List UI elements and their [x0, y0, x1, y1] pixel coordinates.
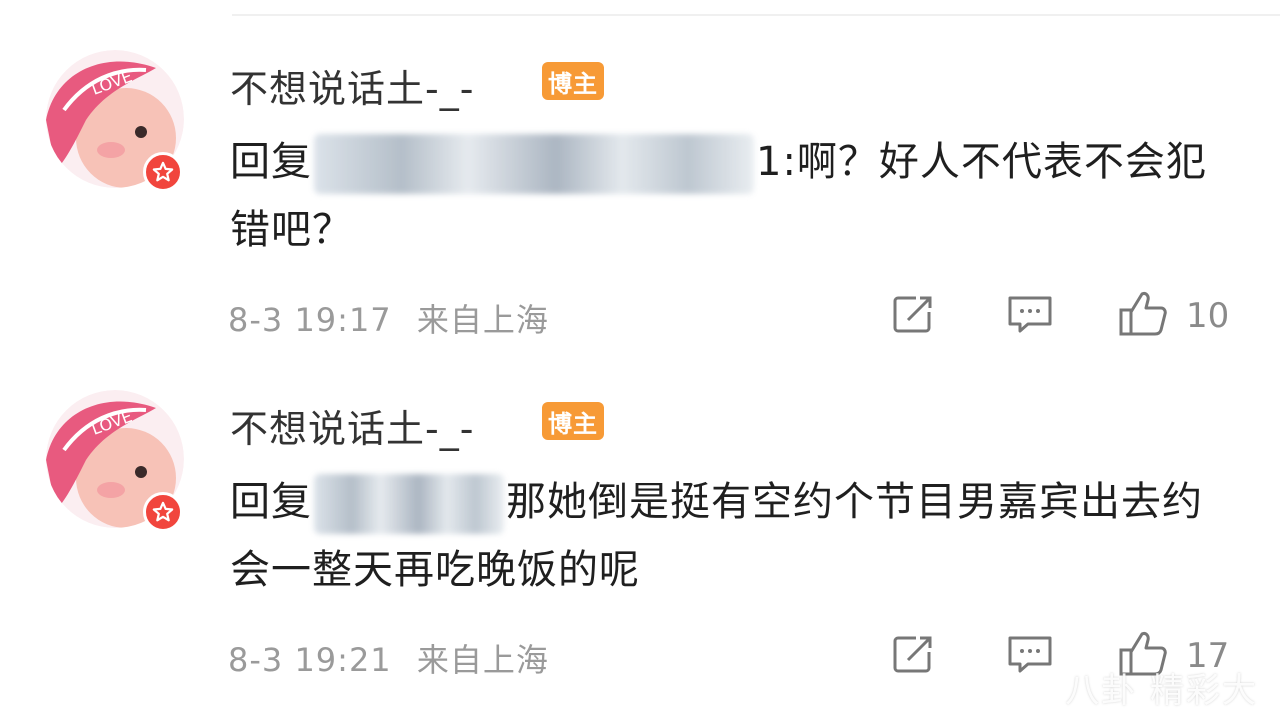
reply-prefix: 回复	[230, 139, 312, 185]
blogger-tag: 博主	[542, 62, 604, 100]
blurred-username	[314, 474, 504, 534]
repost-icon[interactable]	[892, 634, 936, 678]
username[interactable]: 不想说话土-_-	[230, 398, 474, 453]
comment-icon[interactable]	[1006, 634, 1054, 678]
username[interactable]: 不想说话土-_-	[230, 58, 474, 113]
comment-icon[interactable]	[1006, 294, 1054, 338]
blurred-username	[314, 134, 754, 194]
reply-prefix: 回复	[230, 479, 312, 525]
like-button[interactable]: 10	[1118, 290, 1229, 342]
thumbs-up-icon[interactable]	[1118, 290, 1168, 342]
star-badge-icon	[143, 152, 183, 192]
comment-actions: 10	[0, 290, 1280, 340]
watermark: 八卦 精彩大	[1065, 671, 1258, 711]
repost-icon[interactable]	[892, 294, 936, 338]
comment-text: 回复 1:啊？好人不代表不会犯错吧？	[230, 128, 1240, 264]
blogger-tag: 博主	[542, 402, 604, 440]
comment-text: 回复 那她倒是挺有空约个节目男嘉宾出去约会一整天再吃晚饭的呢	[230, 468, 1240, 604]
like-count: 10	[1186, 296, 1230, 336]
top-divider	[232, 14, 1280, 16]
star-badge-icon	[143, 492, 183, 532]
